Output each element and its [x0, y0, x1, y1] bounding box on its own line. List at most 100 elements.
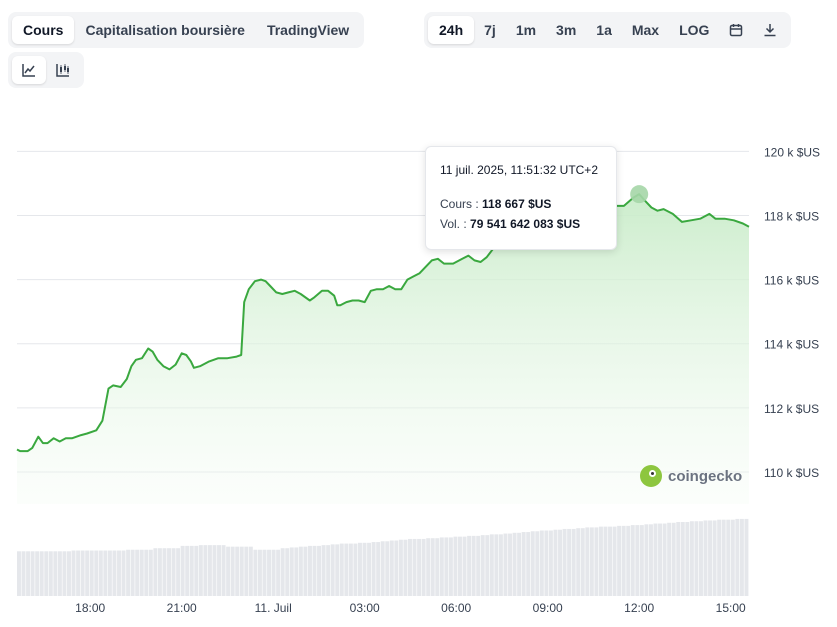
- volume-bar: [558, 529, 562, 596]
- volume-bar: [408, 538, 412, 596]
- volume-bar: [217, 545, 221, 596]
- tooltip-price-label: Cours :: [440, 197, 479, 211]
- volume-bar: [239, 546, 244, 596]
- volume-bar: [162, 548, 167, 596]
- y-tick-label: 110 k $US: [764, 466, 819, 480]
- volume-bar: [553, 529, 558, 596]
- volume-bar: [430, 538, 435, 596]
- volume-bar: [80, 550, 85, 596]
- volume-bar: [167, 548, 171, 596]
- volume-bar: [680, 522, 685, 596]
- volume-bar: [694, 521, 699, 596]
- volume-bar: [285, 548, 290, 596]
- price-area: [17, 194, 749, 504]
- volume-bar: [685, 522, 690, 596]
- volume-bar: [417, 538, 422, 596]
- volume-bar: [326, 545, 331, 596]
- volume-bar: [344, 543, 349, 596]
- volume-bar: [703, 520, 708, 596]
- volume-bar: [526, 532, 531, 596]
- volume-bar: [198, 545, 203, 596]
- y-tick-label: 112 k $US: [764, 402, 819, 416]
- volume-bar: [171, 548, 176, 596]
- x-tick-label: 11. Juil: [255, 601, 292, 615]
- volume-bar: [580, 528, 585, 596]
- volume-bar: [221, 545, 226, 596]
- volume-bar: [603, 526, 608, 596]
- volume-bar: [39, 551, 44, 596]
- volume-bar: [376, 542, 381, 596]
- volume-bar: [708, 520, 713, 596]
- volume-bar: [21, 551, 26, 596]
- volume-bar: [671, 522, 676, 596]
- volume-bar: [126, 549, 131, 596]
- volume-bar: [398, 539, 403, 596]
- volume-bar: [289, 547, 294, 596]
- volume-bar: [567, 528, 572, 596]
- volume-bar: [89, 550, 94, 596]
- tooltip-date: 11 juil. 2025, 11:51:32 UTC+2: [440, 163, 598, 177]
- volume-bar: [517, 532, 522, 596]
- volume-bar: [348, 543, 353, 596]
- volume-bar: [512, 532, 517, 596]
- x-tick-label: 12:00: [624, 601, 654, 615]
- volume-bar: [294, 547, 299, 596]
- volume-bar: [485, 535, 490, 596]
- x-tick-label: 21:00: [167, 601, 197, 615]
- volume-bar: [330, 544, 335, 596]
- volume-bar: [335, 544, 340, 596]
- volume-bar: [53, 551, 58, 596]
- price-chart[interactable]: 110 k $US 112 k $US 114 k $US 116 k $US 118 …: [0, 0, 837, 627]
- volume-bar: [744, 518, 749, 596]
- volume-bar: [35, 551, 40, 596]
- volume-bar: [667, 522, 672, 596]
- volume-bar: [676, 522, 681, 596]
- volume-bar: [658, 523, 663, 596]
- volume-bar: [630, 525, 635, 596]
- volume-bar: [362, 542, 367, 596]
- watermark-label: coingecko: [668, 467, 743, 485]
- volume-bar: [539, 530, 544, 596]
- volume-bar: [298, 546, 303, 596]
- volume-bar: [626, 525, 631, 596]
- x-tick-label: 18:00: [75, 601, 105, 615]
- volume-bar: [62, 551, 67, 596]
- volume-bar: [735, 518, 740, 596]
- y-tick-label: 116 k $US: [764, 274, 819, 288]
- x-tick-label: 06:00: [441, 601, 471, 615]
- volume-bar: [712, 520, 717, 596]
- volume-bar: [280, 548, 285, 596]
- volume-bar: [458, 536, 462, 596]
- volume-bar: [180, 545, 185, 596]
- volume-bar: [262, 549, 267, 596]
- volume-bar: [130, 549, 135, 596]
- volume-bar: [307, 545, 312, 596]
- volume-bar: [644, 524, 649, 596]
- volume-bar: [608, 526, 613, 596]
- volume-bar: [439, 537, 444, 596]
- volume-bar: [176, 548, 181, 596]
- volume-bar: [721, 519, 726, 596]
- x-tick-label: 03:00: [350, 601, 380, 615]
- volume-bar: [157, 548, 162, 596]
- volume-bar: [76, 550, 81, 596]
- y-tick-label: 118 k $US: [764, 210, 819, 224]
- volume-bar: [48, 551, 53, 596]
- volume-bar: [353, 543, 358, 596]
- volume-bar: [139, 549, 144, 596]
- volume-bar: [312, 545, 317, 596]
- volume-bar: [248, 546, 253, 596]
- volume-bar: [730, 519, 735, 596]
- volume-bar: [103, 550, 108, 596]
- volume-bar: [621, 525, 626, 596]
- volume-bar: [257, 549, 262, 596]
- volume-bar: [271, 549, 276, 596]
- volume-bar: [267, 549, 272, 596]
- volume-bar: [662, 523, 667, 596]
- volume-bar: [226, 546, 231, 596]
- volume-bar: [367, 542, 372, 596]
- volume-bar: [548, 530, 553, 596]
- volume-bar: [44, 551, 49, 596]
- tooltip-price-value: 118 667 $US: [482, 197, 552, 211]
- volume-bar: [598, 526, 603, 596]
